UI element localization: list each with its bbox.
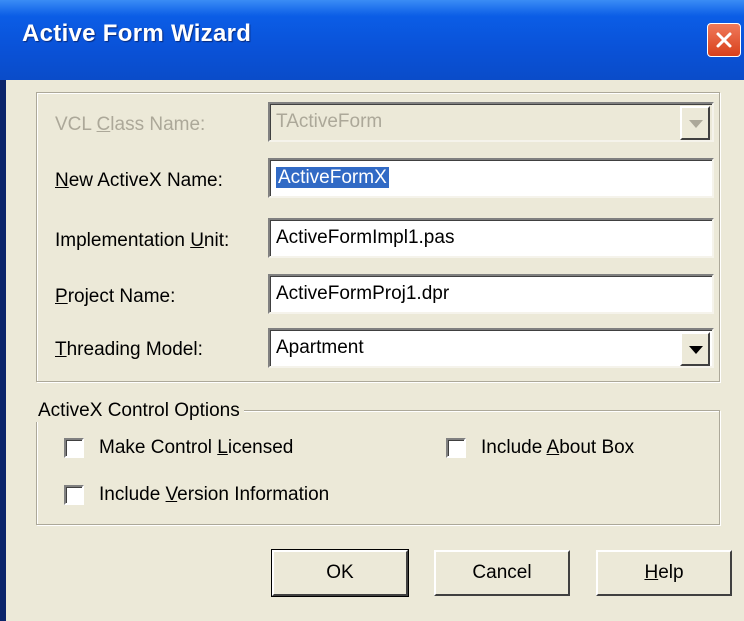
- vcl-class-dropdown-button: [680, 106, 710, 140]
- vcl-class-name-label: VCL Class Name:: [55, 114, 205, 136]
- vcl-class-label-mnemonic: C: [96, 114, 111, 135]
- threading-model-dropdown-button[interactable]: [680, 332, 710, 366]
- project-label-mnemonic: P: [55, 286, 68, 307]
- activex-label-mnemonic: N: [55, 170, 69, 191]
- activex-name-input[interactable]: ActiveFormX: [268, 158, 714, 198]
- dialog-body: VCL Class Name: TActiveForm New ActiveX …: [6, 80, 744, 621]
- licensed-pre: Make Control: [99, 437, 218, 458]
- selected-text: ActiveFormX: [276, 167, 389, 188]
- include-about-box-label[interactable]: Include About Box: [481, 437, 634, 459]
- threading-label-post: hreading Model:: [66, 339, 203, 360]
- close-x-icon: [716, 32, 732, 48]
- chevron-down-icon: [689, 346, 703, 354]
- implementation-unit-value: ActiveFormImpl1.pas: [276, 227, 455, 248]
- help-mnemonic: H: [644, 562, 659, 583]
- window-title: Active Form Wizard: [22, 20, 252, 47]
- activex-name-label: New ActiveX Name:: [55, 170, 223, 192]
- make-control-licensed-label[interactable]: Make Control Licensed: [99, 437, 293, 459]
- implementation-unit-input[interactable]: ActiveFormImpl1.pas: [268, 218, 714, 258]
- impl-label-post: nit:: [203, 230, 230, 251]
- chevron-down-icon: [689, 120, 703, 128]
- activex-options-group: [36, 410, 720, 525]
- about-mnemonic: A: [546, 437, 560, 458]
- help-post: elp: [658, 562, 684, 583]
- cancel-button[interactable]: Cancel: [434, 550, 570, 596]
- threading-model-value: Apartment: [276, 337, 364, 358]
- ok-button[interactable]: OK: [271, 549, 409, 597]
- activex-label-post: ew ActiveX Name:: [68, 170, 223, 191]
- threading-model-label: Threading Model:: [55, 339, 203, 361]
- include-version-info-label[interactable]: Include Version Information: [99, 484, 329, 506]
- close-button[interactable]: [707, 23, 741, 57]
- vcl-class-name-combo: TActiveForm: [268, 102, 714, 142]
- include-version-info-checkbox[interactable]: [64, 485, 84, 505]
- project-name-value: ActiveFormProj1.dpr: [276, 283, 450, 304]
- activex-name-value: ActiveFormX: [276, 167, 389, 189]
- title-bar[interactable]: Active Form Wizard: [0, 0, 744, 80]
- impl-label-pre: Implementation: [55, 230, 191, 251]
- help-button[interactable]: Help: [596, 550, 732, 596]
- about-post: bout Box: [559, 437, 635, 458]
- threading-label-mnemonic: T: [55, 339, 67, 360]
- dialog-window: Active Form Wizard VCL Class Name: TActi…: [0, 0, 744, 621]
- version-mnemonic: V: [165, 484, 178, 505]
- make-control-licensed-checkbox[interactable]: [64, 438, 84, 458]
- version-post: ersion Information: [177, 484, 330, 505]
- impl-label-mnemonic: U: [190, 230, 204, 251]
- version-pre: Include: [99, 484, 166, 505]
- licensed-mnemonic: L: [217, 437, 228, 458]
- licensed-post: icensed: [227, 437, 294, 458]
- implementation-unit-label: Implementation Unit:: [55, 230, 229, 252]
- include-about-box-checkbox[interactable]: [446, 438, 466, 458]
- threading-model-select[interactable]: Apartment: [268, 328, 714, 368]
- vcl-class-label-post: lass Name:: [110, 114, 206, 135]
- project-name-label: Project Name:: [55, 286, 175, 308]
- vcl-class-label-pre: VCL: [55, 114, 97, 135]
- activex-options-legend: ActiveX Control Options: [34, 400, 244, 422]
- project-name-input[interactable]: ActiveFormProj1.dpr: [268, 274, 714, 314]
- vcl-class-name-value: TActiveForm: [276, 111, 383, 132]
- project-label-post: roject Name:: [67, 286, 176, 307]
- about-pre: Include: [481, 437, 547, 458]
